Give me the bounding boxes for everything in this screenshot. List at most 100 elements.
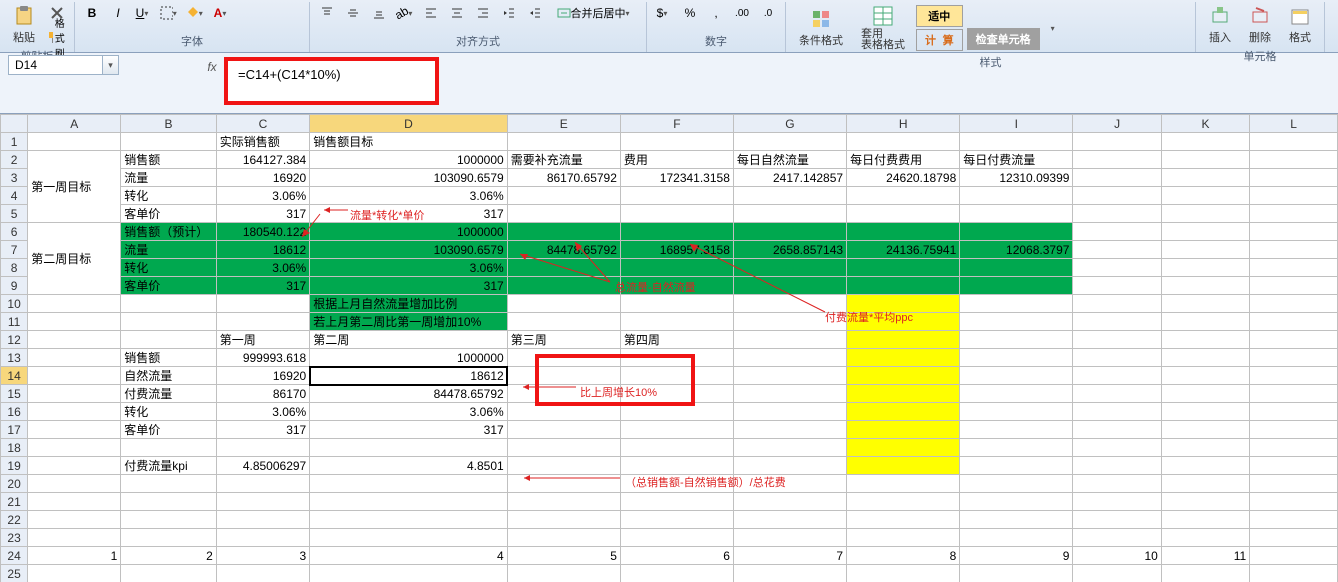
row-header[interactable]: 22	[1, 511, 28, 529]
col-header[interactable]: I	[960, 115, 1073, 133]
row-header[interactable]: 12	[1, 331, 28, 349]
cell[interactable]: 317	[310, 277, 507, 295]
conditional-formatting-button[interactable]: 条件格式	[792, 5, 850, 51]
row-header[interactable]: 16	[1, 403, 28, 421]
cell[interactable]: 164127.384	[216, 151, 309, 169]
cell-style-normal[interactable]: 适中	[916, 5, 963, 27]
cell[interactable]: 12310.09399	[960, 169, 1073, 187]
col-header[interactable]: A	[28, 115, 121, 133]
cell[interactable]: 7	[733, 547, 846, 565]
spreadsheet-grid[interactable]: A B C D E F G H I J K L 1实际销售额销售额目标 2第一周…	[0, 114, 1338, 582]
format-button[interactable]: 格式	[1282, 2, 1318, 48]
cell[interactable]: 2417.142857	[733, 169, 846, 187]
col-header[interactable]: G	[733, 115, 846, 133]
cell[interactable]: 转化	[121, 403, 217, 421]
cell[interactable]: 销售额目标	[310, 133, 507, 151]
insert-button[interactable]: 插入	[1202, 2, 1238, 48]
cell[interactable]: 1000000	[310, 223, 507, 241]
row-header[interactable]: 13	[1, 349, 28, 367]
cell[interactable]: 86170.65792	[507, 169, 620, 187]
col-header[interactable]: B	[121, 115, 217, 133]
row-header[interactable]: 2	[1, 151, 28, 169]
cell[interactable]: 转化	[121, 259, 217, 277]
cell[interactable]: 999993.618	[216, 349, 309, 367]
row-header[interactable]: 18	[1, 439, 28, 457]
merge-center-button[interactable]: 合并后居中▾	[550, 2, 640, 24]
cell[interactable]: 103090.6579	[310, 241, 507, 259]
cell[interactable]: 84478.65792	[507, 241, 620, 259]
cell[interactable]: 每日付费流量	[960, 151, 1073, 169]
cell[interactable]: 若上月第二周比第一周增加10%	[310, 313, 507, 331]
increase-indent-button[interactable]	[524, 2, 546, 24]
cell[interactable]: 3.06%	[216, 403, 309, 421]
cell[interactable]: 转化	[121, 187, 217, 205]
cell[interactable]: 317	[216, 277, 309, 295]
cell[interactable]: 3.06%	[310, 259, 507, 277]
row-header[interactable]: 6	[1, 223, 28, 241]
comma-button[interactable]: ,	[705, 2, 727, 24]
cell[interactable]: 12068.3797	[960, 241, 1073, 259]
cell[interactable]: 84478.65792	[310, 385, 507, 403]
name-box[interactable]	[8, 55, 103, 75]
cell[interactable]: 9	[960, 547, 1073, 565]
cell[interactable]: 5	[507, 547, 620, 565]
format-painter-button[interactable]: 格式刷	[46, 26, 68, 48]
align-left-button[interactable]	[420, 2, 442, 24]
cell[interactable]: 第三周	[507, 331, 620, 349]
cell[interactable]: 86170	[216, 385, 309, 403]
cell[interactable]: 4.85006297	[216, 457, 309, 475]
row-header[interactable]: 25	[1, 565, 28, 582]
col-header[interactable]: E	[507, 115, 620, 133]
cell[interactable]: 16920	[216, 169, 309, 187]
cell[interactable]: 第二周目标	[28, 223, 121, 295]
cell[interactable]: 3.06%	[310, 187, 507, 205]
cell[interactable]: 销售额（预计）	[121, 223, 217, 241]
bold-button[interactable]: B	[81, 2, 103, 24]
formula-input[interactable]: =C14+(C14*10%)	[238, 67, 341, 82]
cell[interactable]: 第二周	[310, 331, 507, 349]
cell[interactable]: 24620.18798	[847, 169, 960, 187]
cell[interactable]: 4	[310, 547, 507, 565]
percent-button[interactable]: %	[679, 2, 701, 24]
paste-button[interactable]: 粘贴	[6, 2, 42, 48]
cell[interactable]: 3.06%	[310, 403, 507, 421]
cell[interactable]: 1000000	[310, 151, 507, 169]
cell[interactable]: 2658.857143	[733, 241, 846, 259]
fill-color-button[interactable]: ▾	[185, 2, 207, 24]
select-all-corner[interactable]	[1, 115, 28, 133]
cell[interactable]: 1	[28, 547, 121, 565]
col-header[interactable]: C	[216, 115, 309, 133]
cell[interactable]: 317	[310, 421, 507, 439]
col-header[interactable]: J	[1073, 115, 1161, 133]
cell[interactable]: 317	[310, 205, 507, 223]
cell[interactable]: 3.06%	[216, 187, 309, 205]
row-header[interactable]: 1	[1, 133, 28, 151]
cell[interactable]: 流量	[121, 169, 217, 187]
row-header[interactable]: 17	[1, 421, 28, 439]
cell[interactable]: 6	[620, 547, 733, 565]
orientation-button[interactable]: ab▾	[394, 2, 416, 24]
cell[interactable]: 172341.3158	[620, 169, 733, 187]
row-header[interactable]: 15	[1, 385, 28, 403]
col-header[interactable]: L	[1250, 115, 1338, 133]
cell[interactable]: 自然流量	[121, 367, 217, 385]
row-header[interactable]: 7	[1, 241, 28, 259]
row-header[interactable]: 14	[1, 367, 28, 385]
cell[interactable]: 第四周	[620, 331, 733, 349]
cell[interactable]: 第一周	[216, 331, 309, 349]
row-header[interactable]: 3	[1, 169, 28, 187]
cell[interactable]: 第一周目标	[28, 151, 121, 223]
format-as-table-button[interactable]: 套用 表格格式	[854, 2, 912, 54]
row-header[interactable]: 24	[1, 547, 28, 565]
styles-more-button[interactable]: ▾	[1044, 17, 1066, 39]
cell[interactable]: 11	[1161, 547, 1249, 565]
cell[interactable]: 317	[216, 205, 309, 223]
cell[interactable]: 销售额	[121, 151, 217, 169]
align-right-button[interactable]	[472, 2, 494, 24]
cell[interactable]: 客单价	[121, 205, 217, 223]
cell[interactable]: 4.8501	[310, 457, 507, 475]
cell-style-calc[interactable]: 计 算	[916, 29, 963, 51]
cell[interactable]: 168957.3158	[620, 241, 733, 259]
currency-button[interactable]: $▾	[653, 2, 675, 24]
increase-decimal-button[interactable]: .00	[731, 2, 753, 24]
